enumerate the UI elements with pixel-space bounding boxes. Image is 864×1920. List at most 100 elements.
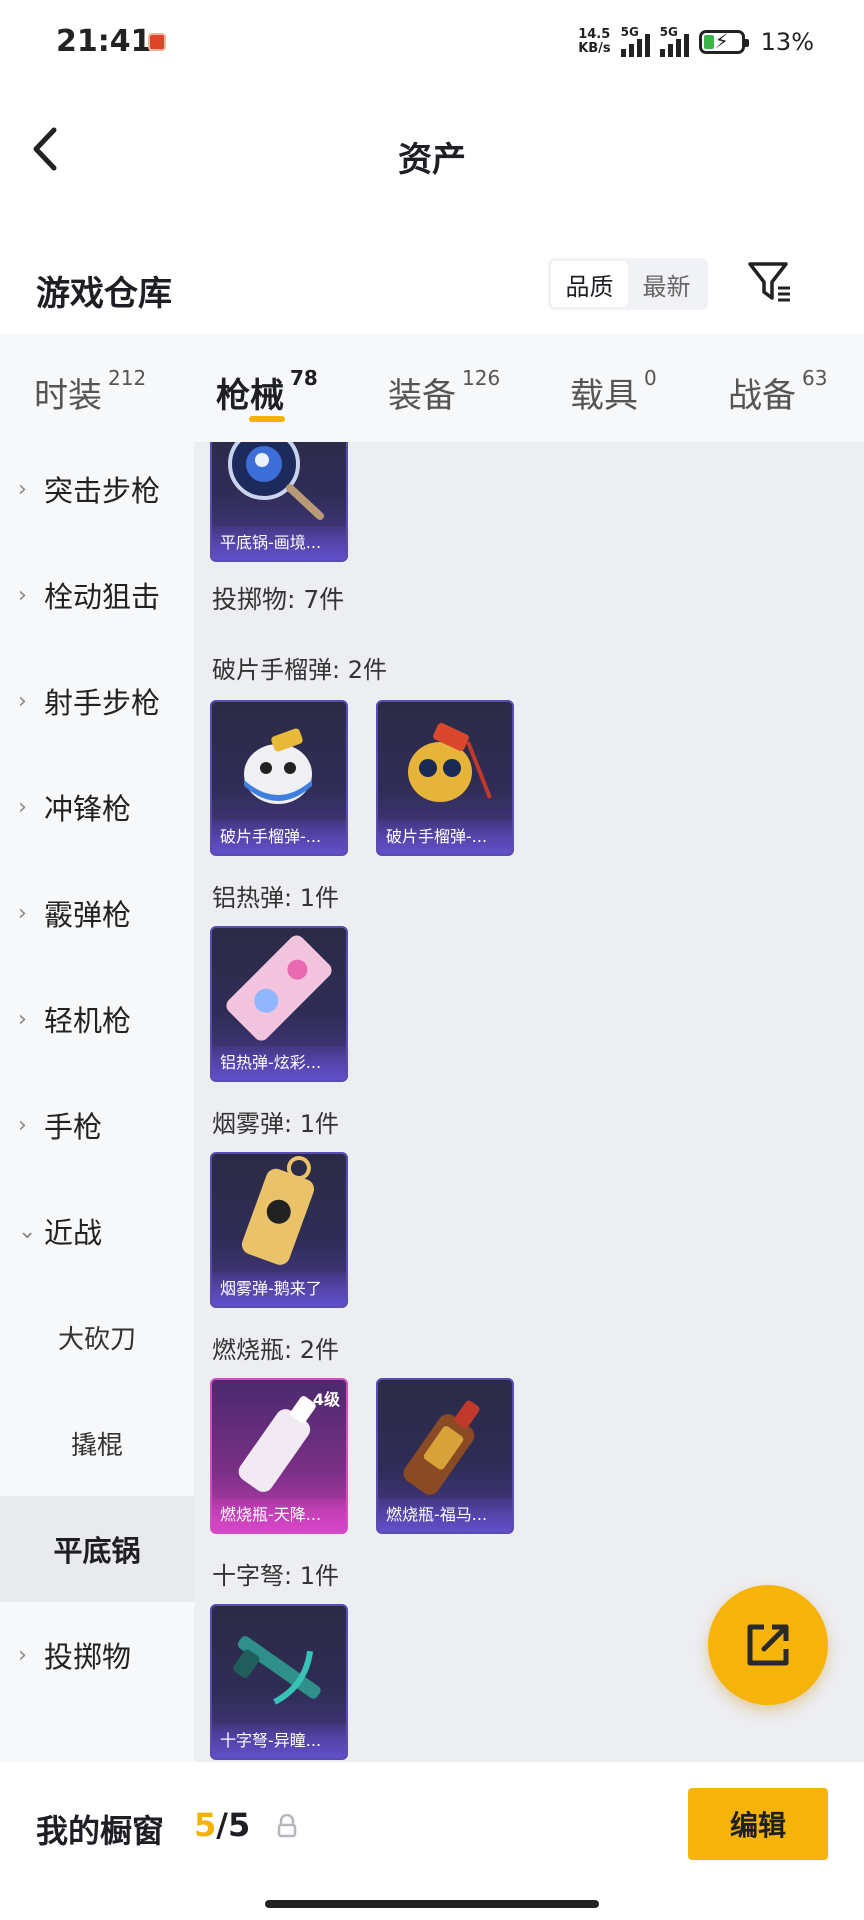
sidebar-subitem-crowbar[interactable]: 撬棍 bbox=[0, 1390, 194, 1496]
tab-count: 78 bbox=[290, 366, 318, 390]
network-type-2: 5G bbox=[659, 25, 678, 39]
section-title: 燃烧瓶: 2件 bbox=[212, 1336, 339, 1364]
network-speed-unit: KB/s bbox=[578, 41, 611, 56]
item-card-molotov[interactable]: 4级 燃烧瓶-天降... bbox=[210, 1378, 348, 1534]
warehouse-header: 游戏仓库 品质 最新 bbox=[0, 250, 864, 332]
tab-label: 装备 bbox=[388, 376, 456, 416]
showcase-label: 我的橱窗 bbox=[36, 1812, 165, 1850]
chevron-right-icon: › bbox=[18, 1112, 27, 1138]
chevron-right-icon: › bbox=[18, 1006, 27, 1032]
network-speed: 14.5 KB/s bbox=[578, 28, 610, 56]
sidebar-item-marksman-rifle[interactable]: › 射手步枪 bbox=[0, 648, 194, 754]
item-card-name: 烟雾弹-鹅来了 bbox=[212, 1272, 346, 1306]
sidebar-item-label: 手枪 bbox=[44, 1110, 103, 1144]
tab-label: 枪械 bbox=[216, 376, 284, 416]
sort-option-latest[interactable]: 最新 bbox=[628, 261, 705, 307]
section-title: 十字弩: 1件 bbox=[212, 1562, 339, 1590]
category-tabs: 时装 212 枪械 78 装备 126 载具 0 战备 63 bbox=[0, 334, 864, 442]
external-link-icon bbox=[747, 1624, 789, 1666]
item-level-badge: 4级 bbox=[312, 1390, 340, 1409]
sidebar-item-label: 近战 bbox=[44, 1216, 103, 1250]
sidebar-item-smg[interactable]: › 冲锋枪 bbox=[0, 754, 194, 860]
filter-icon[interactable] bbox=[746, 258, 794, 306]
item-card-smoke[interactable]: 烟雾弹-鹅来了 bbox=[210, 1152, 348, 1308]
sidebar-item-shotgun[interactable]: › 霰弹枪 bbox=[0, 860, 194, 966]
sort-option-quality[interactable]: 品质 bbox=[551, 261, 628, 307]
warehouse-title: 游戏仓库 bbox=[36, 274, 172, 314]
group-title: 投掷物: 7件 bbox=[212, 585, 345, 614]
home-indicator[interactable] bbox=[265, 1900, 599, 1908]
item-card-crossbow[interactable]: 十字弩-异瞳... bbox=[210, 1604, 348, 1760]
item-card-name: 燃烧瓶-天降... bbox=[212, 1498, 346, 1532]
chevron-right-icon: › bbox=[18, 900, 27, 926]
tab-count: 126 bbox=[462, 366, 501, 390]
item-card-thermite[interactable]: 铝热弹-炫彩... bbox=[210, 926, 348, 1082]
active-tab-indicator bbox=[249, 416, 285, 422]
molotov-icon bbox=[403, 1400, 480, 1495]
edit-button[interactable]: 编辑 bbox=[688, 1788, 828, 1860]
item-card-name: 平底锅-画境... bbox=[212, 526, 346, 560]
showcase-count-current: 5 bbox=[194, 1806, 217, 1844]
section-title: 铝热弹: 1件 bbox=[212, 884, 339, 912]
item-card-pan[interactable]: 平底锅-画境... bbox=[210, 442, 348, 562]
chevron-right-icon: › bbox=[18, 476, 27, 502]
item-card-name: 燃烧瓶-福马... bbox=[378, 1498, 512, 1532]
sidebar-subitem-machete[interactable]: 大砍刀 bbox=[0, 1284, 194, 1390]
sidebar-subitem-pan[interactable]: 平底锅 bbox=[0, 1496, 194, 1602]
sidebar-item-label: 投掷物 bbox=[44, 1640, 132, 1674]
sidebar-subitem-label: 大砍刀 bbox=[57, 1324, 136, 1355]
item-card-name: 十字弩-异瞳... bbox=[212, 1724, 346, 1758]
tab-label: 时装 bbox=[34, 376, 102, 416]
sidebar-item-label: 射手步枪 bbox=[44, 686, 161, 720]
item-card-molotov[interactable]: 燃烧瓶-福马... bbox=[376, 1378, 514, 1534]
status-time: 21:41 bbox=[56, 24, 152, 59]
item-card-name: 铝热弹-炫彩... bbox=[212, 1046, 346, 1080]
tab-fashion[interactable]: 时装 212 bbox=[34, 366, 147, 417]
chevron-right-icon: › bbox=[18, 688, 27, 714]
tab-count: 212 bbox=[108, 366, 147, 390]
share-button[interactable] bbox=[708, 1585, 828, 1705]
sidebar-item-pistol[interactable]: › 手枪 bbox=[0, 1072, 194, 1178]
battery-percent: 13% bbox=[760, 28, 814, 56]
item-card-frag-grenade[interactable]: 破片手榴弹-... bbox=[210, 700, 348, 856]
sidebar-item-label: 霰弹枪 bbox=[44, 898, 132, 932]
crossbow-icon bbox=[233, 1636, 321, 1705]
tab-firearms[interactable]: 枪械 78 bbox=[216, 366, 318, 417]
chevron-down-icon: ⌄ bbox=[18, 1218, 37, 1244]
tab-vehicles[interactable]: 载具 0 bbox=[570, 366, 657, 417]
showcase-bar: 我的橱窗 5/5 编辑 bbox=[0, 1762, 864, 1920]
sidebar-item-bolt-sniper[interactable]: › 栓动狙击 bbox=[0, 542, 194, 648]
network-type-1: 5G bbox=[620, 25, 639, 39]
chevron-right-icon: › bbox=[18, 1642, 27, 1668]
item-card-name: 破片手榴弹-... bbox=[212, 820, 346, 854]
sidebar-item-melee[interactable]: ⌄ 近战 bbox=[0, 1178, 194, 1284]
signal-icon: 5G bbox=[659, 25, 689, 57]
tab-label: 载具 bbox=[570, 376, 638, 416]
sidebar-item-label: 轻机枪 bbox=[44, 1004, 132, 1038]
item-card-name: 破片手榴弹-... bbox=[378, 820, 512, 854]
grenade-icon bbox=[244, 728, 312, 804]
item-content-area: 平底锅-画境... 投掷物: 7件 破片手榴弹: 2件 破片手榴弹-... 破片… bbox=[194, 442, 864, 1762]
sidebar-item-label: 冲锋枪 bbox=[44, 792, 132, 826]
sidebar-item-assault-rifle[interactable]: › 突击步枪 bbox=[0, 442, 194, 542]
sort-toggle: 品质 最新 bbox=[548, 258, 708, 310]
tab-supplies[interactable]: 战备 63 bbox=[728, 366, 828, 417]
tab-equipment[interactable]: 装备 126 bbox=[388, 366, 501, 417]
tab-count: 63 bbox=[802, 366, 828, 390]
sidebar-item-label: 栓动狙击 bbox=[44, 580, 161, 614]
sidebar-item-throwables[interactable]: › 投掷物 bbox=[0, 1602, 194, 1708]
app-notification-icon bbox=[148, 33, 166, 51]
signal-icon: 5G bbox=[620, 25, 650, 57]
battery-icon: ⚡ bbox=[698, 29, 749, 54]
item-card-frag-grenade[interactable]: 破片手榴弹-... bbox=[376, 700, 514, 856]
section-title: 破片手榴弹: 2件 bbox=[212, 656, 387, 684]
sidebar-subitem-label: 平底锅 bbox=[53, 1534, 141, 1568]
showcase-count-total: /5 bbox=[216, 1806, 251, 1844]
pan-icon bbox=[228, 442, 324, 520]
showcase-count: 5/5 bbox=[194, 1806, 250, 1844]
sidebar-item-lmg[interactable]: › 轻机枪 bbox=[0, 966, 194, 1072]
chevron-right-icon: › bbox=[18, 794, 27, 820]
tab-count: 0 bbox=[644, 366, 657, 390]
header: 资产 bbox=[0, 88, 864, 212]
network-speed-value: 14.5 bbox=[578, 27, 611, 42]
